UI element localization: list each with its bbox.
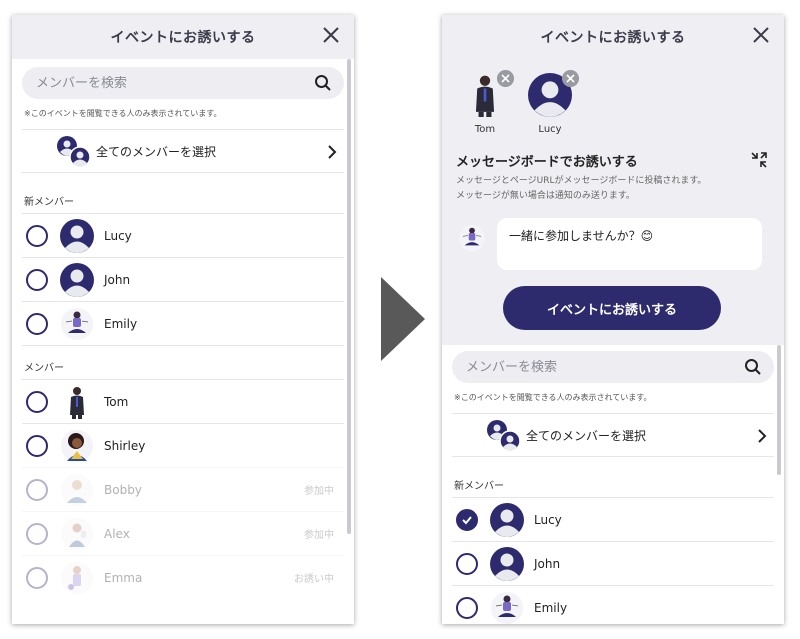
panel-title: イベントにお誘いする <box>540 30 686 46</box>
panel-title: イベントにお誘いする <box>110 30 256 46</box>
invite-panel-after: イベントにお誘いする Tom Lucy メッセージボードでお誘いする メッセージ… <box>442 15 784 624</box>
avatar <box>60 561 94 595</box>
message-board-title: メッセージボードでお誘いする <box>456 155 638 170</box>
invite-compose-area: イベントにお誘いする Tom Lucy メッセージボードでお誘いする メッセージ… <box>442 15 784 345</box>
select-all-members-button[interactable]: 全てのメンバーを選択 <box>452 413 774 457</box>
avatar <box>60 219 94 253</box>
arrow-right-icon <box>381 277 425 361</box>
invite-panel-before: イベントにお誘いする ※このイベントを閲覧できる人のみ表示されています。 全ての… <box>12 15 354 624</box>
member-name: John <box>534 556 561 571</box>
close-icon[interactable] <box>750 24 772 46</box>
select-all-label: 全てのメンバーを選択 <box>96 144 217 159</box>
search-bar <box>22 67 344 99</box>
search-icon[interactable] <box>744 358 762 376</box>
remove-icon[interactable] <box>497 70 514 87</box>
select-radio[interactable] <box>26 390 48 413</box>
message-board-description: メッセージとページURLがメッセージボードに投稿されます。 メッセージが無い場合… <box>456 174 766 204</box>
select-radio[interactable] <box>456 596 478 619</box>
search-input[interactable] <box>466 359 744 375</box>
member-row[interactable]: John <box>22 257 344 301</box>
member-row[interactable]: Lucy <box>452 497 774 541</box>
select-radio <box>26 566 48 589</box>
user-avatar <box>458 224 486 252</box>
member-row[interactable]: Shirley <box>22 423 344 467</box>
status-label: 参加中 <box>304 486 334 497</box>
select-radio[interactable] <box>26 268 48 291</box>
remove-icon[interactable] <box>562 70 579 87</box>
select-radio[interactable] <box>456 552 478 575</box>
member-row-disabled: Bobby 参加中 <box>22 467 344 511</box>
member-name: Tom <box>104 394 129 409</box>
member-row[interactable]: Emily <box>452 585 774 624</box>
chevron-right-icon <box>758 429 767 443</box>
avatar <box>490 591 524 625</box>
member-name: Shirley <box>104 438 146 453</box>
member-name: Emily <box>534 600 568 615</box>
new-members-heading: 新メンバー <box>24 197 74 208</box>
select-radio <box>26 478 48 501</box>
member-row-disabled: Emma お誘い中 <box>22 555 344 599</box>
new-members-heading: 新メンバー <box>454 481 504 492</box>
visibility-note: ※このイベントを閲覧できる人のみ表示されています。 <box>454 393 652 402</box>
scrollbar[interactable] <box>777 345 781 475</box>
scrollbar[interactable] <box>347 59 351 534</box>
check-icon <box>462 515 472 524</box>
avatar <box>60 429 94 463</box>
member-row[interactable]: Tom <box>22 379 344 423</box>
description-line: メッセージが無い場合は通知のみ送ります。 <box>456 191 635 201</box>
search-input[interactable] <box>36 75 314 91</box>
message-input[interactable]: 一緒に参加しませんか？😊 <box>497 218 762 270</box>
selected-member-chip: Tom <box>460 70 514 135</box>
collapse-icon[interactable] <box>750 151 768 169</box>
member-row-disabled: Alex 参加中 <box>22 511 344 555</box>
member-name: Emma <box>104 570 143 585</box>
member-name: Lucy <box>104 228 132 243</box>
chip-name: Lucy <box>538 124 562 135</box>
search-icon[interactable] <box>314 74 332 92</box>
avatar <box>60 473 94 507</box>
panel-header: イベントにお誘いする <box>12 15 354 59</box>
member-name: Emily <box>104 316 138 331</box>
member-row[interactable]: Emily <box>22 301 344 345</box>
member-name: John <box>104 272 131 287</box>
avatar <box>60 517 94 551</box>
select-radio[interactable] <box>26 224 48 247</box>
chip-name: Tom <box>474 124 496 135</box>
close-icon[interactable] <box>320 24 342 46</box>
avatar <box>60 307 94 341</box>
description-line: メッセージとページURLがメッセージボードに投稿されます。 <box>456 176 707 186</box>
visibility-note: ※このイベントを閲覧できる人のみ表示されています。 <box>24 109 222 118</box>
avatar <box>490 503 524 537</box>
select-radio-checked[interactable] <box>456 508 478 531</box>
select-all-label: 全てのメンバーを選択 <box>526 428 647 443</box>
avatar <box>490 547 524 581</box>
avatar <box>60 263 94 297</box>
member-name: Lucy <box>534 512 562 527</box>
member-name: Bobby <box>104 482 142 497</box>
panel-header: イベントにお誘いする <box>442 15 784 59</box>
status-label: お誘い中 <box>294 574 334 585</box>
chevron-right-icon <box>328 145 337 159</box>
selected-member-chip: Lucy <box>525 70 579 135</box>
members-heading: メンバー <box>24 363 64 374</box>
select-radio[interactable] <box>26 434 48 457</box>
select-radio <box>26 522 48 545</box>
select-all-members-button[interactable]: 全てのメンバーを選択 <box>22 129 344 173</box>
status-label: 参加中 <box>304 530 334 541</box>
member-row[interactable]: Lucy <box>22 213 344 257</box>
group-icon <box>56 135 92 169</box>
group-icon <box>486 419 522 453</box>
select-radio[interactable] <box>26 312 48 335</box>
avatar <box>60 385 94 419</box>
member-row[interactable]: John <box>452 541 774 585</box>
member-name: Alex <box>104 526 130 541</box>
invite-button[interactable]: イベントにお誘いする <box>503 286 721 330</box>
search-bar <box>452 351 774 383</box>
